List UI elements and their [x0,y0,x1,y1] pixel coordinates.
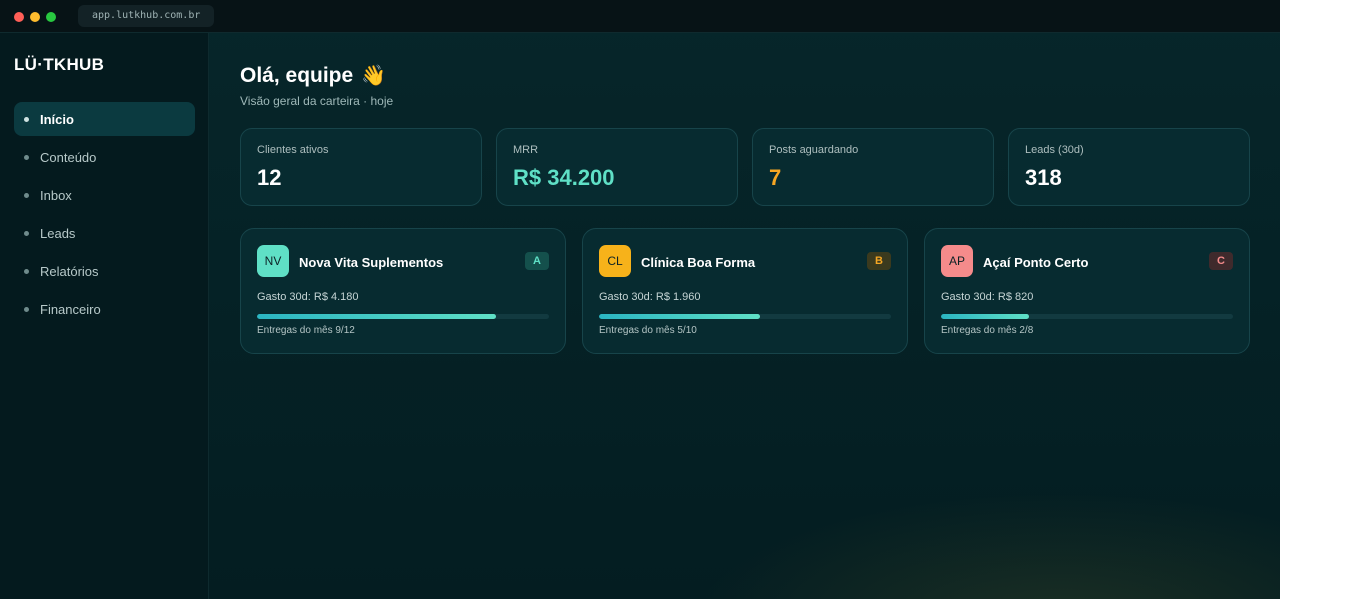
stat-card-clientes-ativos: Clientes ativos 12 [240,128,482,206]
stat-label: Posts aguardando [769,144,859,156]
stat-label: Clientes ativos [257,144,329,156]
sidebar-item-label: Leads [40,225,76,241]
deliveries-progress-bar [257,314,549,319]
minimize-window-dot-icon[interactable] [30,12,40,22]
deliveries-progress-fill [599,314,760,319]
stat-value: 318 [1025,165,1062,190]
client-deliveries: Entregas do mês 2/8 [941,325,1034,336]
client-tier-badge: C [1209,252,1233,270]
client-card-acai-ponto-certo[interactable]: AP Açaí Ponto Certo C Gasto 30d: R$ 820 … [924,228,1250,354]
sidebar-item-leads[interactable]: Leads [14,216,195,250]
stat-card-leads: Leads (30d) 318 [1008,128,1250,206]
sidebar-item-label: Inbox [40,187,72,203]
bullet-icon [24,155,29,160]
client-tier-badge: A [525,252,549,270]
stat-card-mrr: MRR R$ 34.200 [496,128,738,206]
stat-value: R$ 34.200 [513,165,615,190]
client-name: Nova Vita Suplementos [299,255,444,270]
sidebar: LÜ·TKHUB Início Conteúdo Inbox Leads Rel… [0,33,209,599]
waving-hand-icon: 👋 [361,65,387,87]
logo[interactable]: LÜ·TKHUB [14,55,104,75]
deliveries-progress-fill [257,314,497,319]
client-avatar: AP [941,245,973,277]
deliveries-progress-bar [941,314,1233,319]
page-title-text: Olá, equipe [240,64,354,87]
sidebar-item-relatorios[interactable]: Relatórios [14,254,195,288]
app-window: app.lutkhub.com.br LÜ·TKHUB Início Conte… [0,0,1280,599]
stat-value: 12 [257,165,282,190]
client-avatar: NV [257,245,289,277]
sidebar-item-financeiro[interactable]: Financeiro [14,292,195,326]
deliveries-progress-bar [599,314,891,319]
sidebar-nav: Início Conteúdo Inbox Leads Relatórios F… [14,102,195,330]
bullet-icon [24,307,29,312]
client-spend: Gasto 30d: R$ 4.180 [257,291,359,303]
page-title: Olá, equipe 👋 [240,63,386,88]
client-spend: Gasto 30d: R$ 820 [941,291,1034,303]
client-avatar: CL [599,245,631,277]
client-name: Clínica Boa Forma [641,255,756,270]
bullet-icon [24,231,29,236]
deliveries-progress-fill [941,314,1029,319]
client-deliveries: Entregas do mês 5/10 [599,325,697,336]
client-deliveries: Entregas do mês 9/12 [257,325,355,336]
close-window-dot-icon[interactable] [14,12,24,22]
sidebar-item-label: Início [40,111,74,127]
stat-card-posts-aguardando: Posts aguardando 7 [752,128,994,206]
sidebar-item-label: Conteúdo [40,149,97,165]
client-card-nova-vita[interactable]: NV Nova Vita Suplementos A Gasto 30d: R$… [240,228,566,354]
address-bar[interactable]: app.lutkhub.com.br [78,5,215,27]
client-tier-badge: B [867,252,891,270]
sidebar-item-label: Financeiro [40,301,101,317]
stat-label: Leads (30d) [1025,144,1084,156]
sidebar-item-label: Relatórios [40,263,99,279]
sidebar-item-inbox[interactable]: Inbox [14,178,195,212]
sidebar-item-conteudo[interactable]: Conteúdo [14,140,195,174]
sidebar-item-inicio[interactable]: Início [14,102,195,136]
client-name: Açaí Ponto Certo [983,255,1089,270]
bullet-icon [24,117,29,122]
stat-label: MRR [513,144,539,156]
client-card-clinica-boa-forma[interactable]: CL Clínica Boa Forma B Gasto 30d: R$ 1.9… [582,228,908,354]
browser-titlebar: app.lutkhub.com.br [0,0,1280,33]
bullet-icon [24,269,29,274]
client-spend: Gasto 30d: R$ 1.960 [599,291,701,303]
stat-value: 7 [769,165,782,190]
bullet-icon [24,193,29,198]
maximize-window-dot-icon[interactable] [46,12,56,22]
page-subtitle: Visão geral da carteira · hoje [240,94,394,108]
